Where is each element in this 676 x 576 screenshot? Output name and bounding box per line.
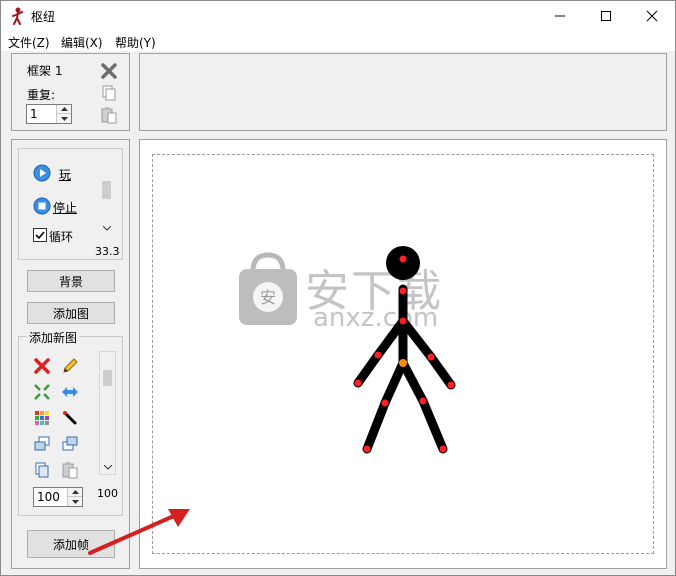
maximize-icon (601, 11, 611, 21)
menu-help[interactable]: 帮助(Y) (115, 34, 156, 51)
repeat-spinner[interactable]: 1 (26, 104, 72, 124)
spin-down-icon[interactable] (68, 497, 82, 506)
speed-value: 33.3 (95, 245, 120, 258)
maximize-button[interactable] (583, 1, 629, 31)
speed-slider-thumb[interactable] (102, 181, 111, 199)
copy-frame-icon[interactable] (100, 84, 118, 102)
frame-label: 框架 1 (27, 64, 63, 78)
chevron-down-icon[interactable] (99, 221, 114, 235)
close-icon (646, 10, 658, 22)
speed-slider[interactable] (99, 163, 116, 235)
minimize-icon (555, 15, 565, 17)
spin-down-icon[interactable] (57, 114, 71, 123)
figure-size-slider-thumb[interactable] (103, 370, 112, 386)
chevron-down-icon[interactable] (100, 460, 115, 474)
bring-forward-icon[interactable] (33, 435, 51, 453)
delete-figure-icon[interactable] (33, 357, 51, 375)
frames-strip[interactable] (139, 53, 667, 131)
minimize-button[interactable] (537, 1, 583, 31)
loop-label: 循环 (49, 230, 74, 244)
stage[interactable]: 安 安下载 anxz.com (152, 154, 654, 554)
add-image-button[interactable]: 添加图 (27, 302, 115, 324)
figures-panel: 添加新图 100 100 (18, 329, 123, 516)
checkmark-icon (35, 231, 45, 240)
joint-tool-icon[interactable] (61, 409, 79, 427)
spin-up-icon[interactable] (68, 488, 82, 497)
repeat-value: 1 (30, 107, 38, 121)
frame-panel: 框架 1 重复: 1 (11, 53, 130, 131)
title-bar: 枢纽 (1, 1, 675, 31)
figure-size-value: 100 (37, 490, 60, 504)
play-link[interactable]: 玩 (59, 166, 71, 183)
delete-frame-icon[interactable] (100, 62, 118, 80)
figure-size-spinner[interactable]: 100 (33, 487, 83, 507)
stop-icon[interactable] (33, 197, 51, 215)
copy-figure-icon[interactable] (33, 461, 51, 479)
stop-link[interactable]: 停止 (53, 199, 77, 216)
svg-text:安: 安 (260, 288, 276, 307)
app-window: 枢纽 文件(Z) 编辑(X) 帮助(Y) 框架 1 重复: 1 玩 停止 循环 … (0, 0, 676, 576)
paste-frame-icon[interactable] (100, 106, 118, 124)
loop-checkbox[interactable] (33, 228, 47, 242)
play-icon[interactable] (33, 164, 51, 182)
paste-figure-icon[interactable] (61, 461, 79, 479)
figure-size-slider[interactable] (99, 351, 116, 475)
watermark-bag-icon: 安 (233, 249, 303, 329)
send-backward-icon[interactable] (61, 435, 79, 453)
background-button[interactable]: 背景 (27, 270, 115, 292)
repeat-label: 重复: (27, 88, 56, 102)
flip-figure-icon[interactable] (61, 383, 79, 401)
canvas-area[interactable]: 安 安下载 anxz.com (139, 139, 667, 569)
spin-up-icon[interactable] (57, 105, 71, 114)
window-title: 枢纽 (31, 10, 56, 24)
annotation-arrow-icon (88, 509, 190, 555)
menu-edit[interactable]: 编辑(X) (61, 34, 103, 51)
stick-figure[interactable] (333, 225, 473, 465)
color-figure-icon[interactable] (33, 409, 51, 427)
figures-panel-title: 添加新图 (27, 329, 80, 346)
menu-file[interactable]: 文件(Z) (8, 34, 50, 51)
close-button[interactable] (629, 1, 675, 31)
app-stickfigure-icon (9, 7, 25, 25)
menu-bar: 文件(Z) 编辑(X) 帮助(Y) (1, 31, 675, 51)
shrink-figure-icon[interactable] (33, 383, 51, 401)
edit-figure-icon[interactable] (61, 357, 79, 375)
playback-panel: 玩 停止 循环 33.3 (18, 148, 123, 260)
